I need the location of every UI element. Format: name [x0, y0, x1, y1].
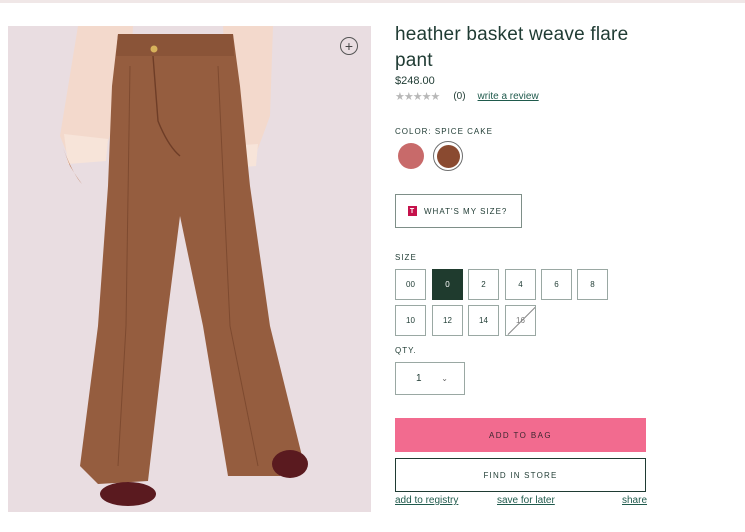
- rating-row: ★★★★★ (0) write a review: [395, 90, 539, 103]
- top-divider: [0, 0, 745, 3]
- write-review-link[interactable]: write a review: [478, 91, 539, 102]
- whats-my-size-label: WHAT'S MY SIZE?: [424, 206, 508, 216]
- product-image[interactable]: +: [8, 26, 371, 512]
- save-for-later-link[interactable]: save for later: [497, 495, 555, 506]
- chevron-down-icon: ⌄: [441, 374, 448, 383]
- size-option-4[interactable]: 4: [505, 269, 536, 300]
- star-rating-icon[interactable]: ★★★★★: [395, 90, 440, 103]
- size-option-00[interactable]: 00: [395, 269, 426, 300]
- product-title: heather basket weave flare pant: [395, 24, 629, 71]
- size-option-12[interactable]: 12: [432, 305, 463, 336]
- color-label: COLOR: SPICE CAKE: [395, 127, 493, 136]
- add-to-registry-link[interactable]: add to registry: [395, 495, 458, 506]
- share-link[interactable]: share: [622, 495, 647, 506]
- zoom-icon[interactable]: +: [340, 37, 358, 55]
- size-option-6[interactable]: 6: [541, 269, 572, 300]
- size-label: SIZE: [395, 253, 417, 262]
- find-in-store-button[interactable]: FIND IN STORE: [395, 458, 646, 492]
- add-to-bag-button[interactable]: ADD TO BAG: [395, 418, 646, 452]
- color-swatch-spice-cake-fill: [436, 144, 460, 168]
- pants-illustration: [60, 26, 308, 506]
- color-swatch-pink[interactable]: [398, 143, 424, 169]
- size-option-16[interactable]: 16: [505, 305, 536, 336]
- size-option-10[interactable]: 10: [395, 305, 426, 336]
- size-option-8[interactable]: 8: [577, 269, 608, 300]
- quantity-value: 1: [416, 373, 422, 384]
- quantity-select[interactable]: 1 ⌄: [395, 362, 465, 395]
- qty-label: QTY.: [395, 346, 417, 355]
- size-option-0[interactable]: 0: [432, 269, 463, 300]
- t-logo-icon: T: [408, 206, 417, 216]
- whats-my-size-button[interactable]: T WHAT'S MY SIZE?: [395, 194, 522, 228]
- color-swatch-spice-cake[interactable]: [433, 141, 463, 171]
- size-option-2[interactable]: 2: [468, 269, 499, 300]
- product-price: $248.00: [395, 75, 435, 87]
- review-count: (0): [453, 91, 466, 102]
- size-option-14[interactable]: 14: [468, 305, 499, 336]
